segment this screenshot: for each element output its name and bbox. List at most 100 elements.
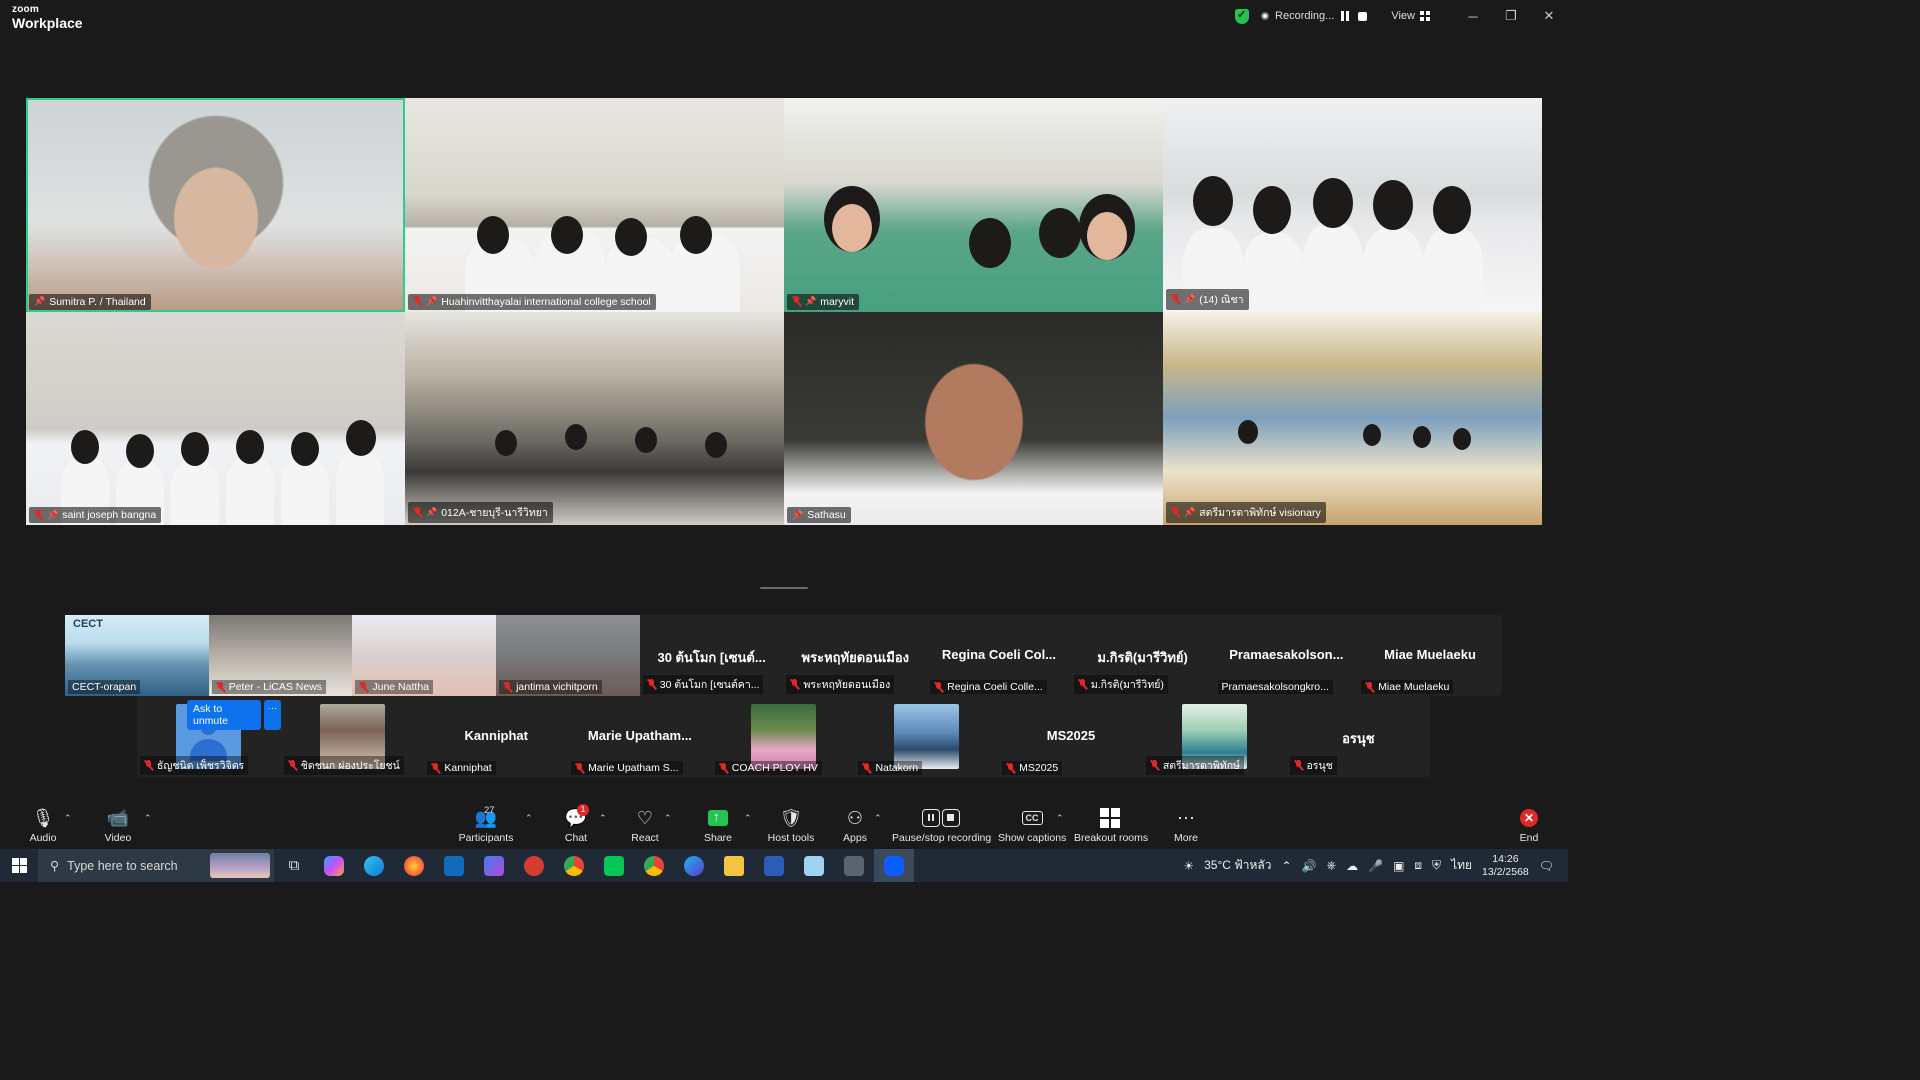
participant-thumbnail[interactable]: Regina Coeli Col... Regina Coeli Colle..… (927, 615, 1071, 696)
participant-thumbnail[interactable]: 30 ต้นโมก [เซนต์... 30 ต้นโมก [เซนต์คา..… (640, 615, 784, 696)
input-language[interactable]: ไทย (1451, 856, 1472, 875)
video-tile[interactable]: 📌 Sathasu (784, 311, 1163, 525)
breakout-rooms-button[interactable]: Breakout rooms (1074, 807, 1148, 847)
react-caret-icon[interactable]: ⌃ (664, 813, 672, 824)
person-shape (226, 456, 274, 525)
participant-display-name: ม.กิรติ(มารีวิทย์) (1097, 650, 1188, 665)
participant-thumbnail[interactable]: ม.กิรติ(มารีวิทย์) ม.กิรติ(มารีวิทย์) (1071, 615, 1215, 696)
participant-thumbnail[interactable]: สตรีมารดาพิทักษ์ (1143, 696, 1287, 777)
participant-thumbnail[interactable]: MS2025 MS2025 (999, 696, 1143, 777)
person-head (477, 216, 509, 254)
file-explorer-icon[interactable] (714, 849, 754, 882)
microsoft-365-icon[interactable] (474, 849, 514, 882)
taskbar-clock[interactable]: 14:26 13/2/2568 (1482, 853, 1529, 879)
participant-name: Sumitra P. / Thailand (49, 295, 146, 308)
encryption-shield-icon[interactable] (1235, 8, 1250, 24)
mic-muted-icon (413, 507, 422, 518)
participant-thumbnail[interactable]: ชิดชนก ผ่องประโยชน์ (281, 696, 425, 777)
stop-recording-icon[interactable] (1358, 11, 1368, 21)
participants-caret-icon[interactable]: ⌃ (525, 813, 533, 824)
task-view-icon[interactable]: ⧉ (274, 849, 314, 882)
red-app-icon[interactable] (514, 849, 554, 882)
participant-thumbnail[interactable]: Pramaesakolson... Pramaesakolsongkro... (1215, 615, 1359, 696)
participants-button[interactable]: 👥 27 Participants (457, 805, 515, 847)
participant-thumbnail[interactable]: Kanniphat Kanniphat (424, 696, 568, 777)
volume-icon[interactable]: 🔊 (1302, 859, 1317, 873)
network-icon[interactable]: ⧈ (1414, 858, 1422, 873)
participant-thumbnail[interactable]: อรนุช อรนุช (1287, 696, 1431, 777)
show-hidden-icons-icon[interactable]: ⌃ (1281, 859, 1291, 873)
host-tools-button[interactable]: 🛡 Host tools (766, 807, 816, 847)
person-shape (171, 459, 219, 525)
copilot-icon[interactable] (314, 849, 354, 882)
video-tile[interactable]: 📌 (14) ณิชา (1163, 98, 1542, 312)
maximize-button[interactable]: ❐ (1492, 0, 1530, 32)
start-button[interactable] (0, 849, 38, 882)
video-tile[interactable]: 📌 saint joseph bangna (26, 311, 405, 525)
end-meeting-button[interactable]: ✕ End (1516, 807, 1542, 847)
participant-display-name: Marie Upatham... (587, 728, 692, 743)
participant-thumbnail[interactable]: Ask to unmute ··· ธัญชนิต เพ็ชรวิจิตร (137, 696, 281, 777)
word-icon[interactable] (754, 849, 794, 882)
chat-caret-icon[interactable]: ⌃ (599, 813, 607, 824)
panel-resize-handle[interactable] (760, 587, 808, 589)
minimize-button[interactable]: ─ (1454, 0, 1492, 32)
chat-button[interactable]: 💬 1 Chat (560, 804, 592, 847)
participant-thumbnail[interactable]: CECT CECT-orapan (65, 615, 209, 696)
firefox-icon[interactable] (394, 849, 434, 882)
microphone-tray-icon[interactable]: 🎤 (1368, 859, 1383, 873)
participant-thumbnail[interactable]: Marie Upatham... Marie Upatham S... (568, 696, 712, 777)
video-button[interactable]: 📹 Video (96, 807, 140, 847)
pin-icon: 📌 (34, 296, 46, 306)
security-icon[interactable]: ⛨ (1432, 858, 1441, 873)
mic-muted-icon (790, 679, 799, 690)
chrome-icon[interactable] (554, 849, 594, 882)
more-options-button[interactable]: ··· (264, 700, 281, 730)
taskbar-search[interactable]: ⚲ Type here to search (38, 849, 274, 882)
participant-count: 27 (484, 805, 495, 816)
view-button[interactable]: View (1391, 10, 1430, 22)
onedrive-icon[interactable]: ☁ (1346, 859, 1358, 873)
meet-now-icon[interactable]: ⎈ (1327, 858, 1337, 873)
video-tile[interactable]: 📌 maryvit (784, 98, 1163, 312)
audio-options-caret-icon[interactable]: ⌃ (64, 813, 72, 824)
edge-icon[interactable] (354, 849, 394, 882)
ask-to-unmute-button[interactable]: Ask to unmute (187, 700, 262, 730)
captions-caret-icon[interactable]: ⌃ (1056, 813, 1064, 824)
video-options-caret-icon[interactable]: ⌃ (144, 813, 152, 824)
notepad-icon[interactable] (794, 849, 834, 882)
more-button[interactable]: ⋯ More (1170, 807, 1202, 847)
video-tile[interactable]: 📌 Sumitra P. / Thailand (26, 98, 405, 312)
webex-icon[interactable] (674, 849, 714, 882)
participant-thumbnail[interactable]: jantima vichitporn (496, 615, 640, 696)
apps-button[interactable]: ⚇ Apps (840, 807, 870, 847)
apps-caret-icon[interactable]: ⌃ (874, 813, 882, 824)
participant-thumbnail[interactable]: Miae Muelaeku Miae Muelaeku (1358, 615, 1502, 696)
participant-thumbnail[interactable]: June Nattha (352, 615, 497, 696)
video-tile[interactable]: 📌 012A-ชายบุรี-นารีวิทยา (405, 311, 784, 525)
line-icon[interactable] (594, 849, 634, 882)
participant-thumbnail[interactable]: Natakorn (855, 696, 999, 777)
chrome-profile-icon[interactable] (634, 849, 674, 882)
chat-label: Chat (564, 832, 588, 844)
zoom-taskbar-icon[interactable] (874, 849, 914, 882)
audio-button[interactable]: 🎙 Audio (22, 807, 64, 847)
video-tile[interactable]: 📌 Huahinvitthayalai international colleg… (405, 98, 784, 312)
calculator-icon[interactable] (834, 849, 874, 882)
search-icon: ⚲ (50, 859, 60, 873)
participant-thumbnail[interactable]: พระหฤทัยดอนเมือง พระหฤทัยดอนเมือง (783, 615, 927, 696)
share-caret-icon[interactable]: ⌃ (744, 813, 752, 824)
react-button[interactable]: ♡ React (628, 807, 662, 847)
weather-text[interactable]: 35°C ฟ้าหลัว (1204, 856, 1271, 875)
display-icon[interactable]: ▣ (1393, 859, 1404, 873)
pause-recording-icon[interactable] (1339, 10, 1351, 22)
outlook-icon[interactable] (434, 849, 474, 882)
participant-thumbnail[interactable]: Peter - LiCAS News (208, 615, 353, 696)
share-button[interactable]: Share (700, 807, 736, 847)
participant-thumbnail[interactable]: COACH PLOY HV (712, 696, 856, 777)
pause-stop-recording-button[interactable]: Pause/stop recording (892, 807, 991, 847)
participant-display-name: Miae Muelaeku (1384, 647, 1476, 662)
video-tile[interactable]: 📌 สตรีมารดาพิทักษ์ visionary (1163, 311, 1542, 525)
close-window-button[interactable]: ✕ (1530, 0, 1568, 32)
notifications-icon[interactable]: 🗨 (1539, 859, 1554, 873)
